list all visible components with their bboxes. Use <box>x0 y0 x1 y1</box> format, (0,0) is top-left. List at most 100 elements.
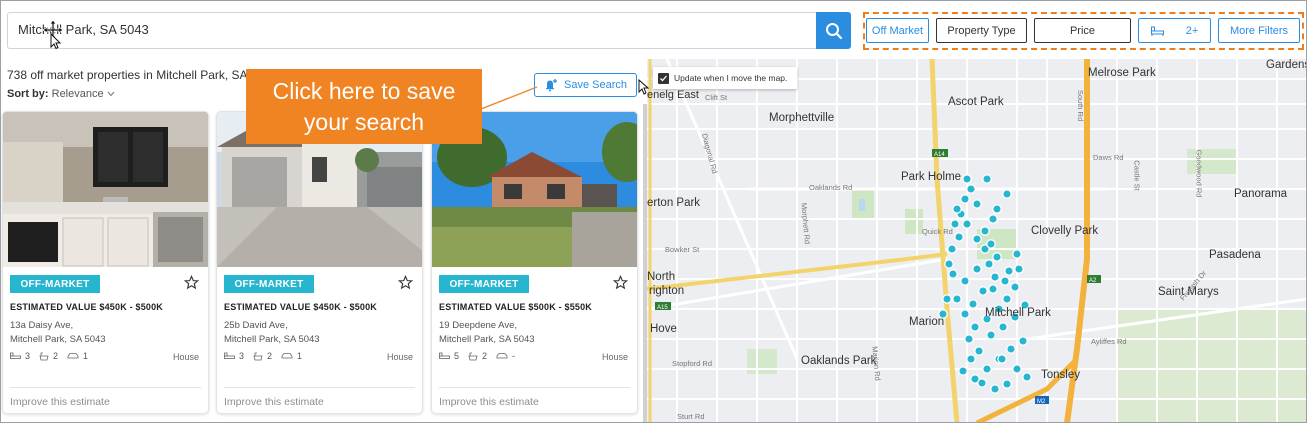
update-on-map-move-toggle[interactable]: Update when I move the map. <box>653 67 797 89</box>
callout-line-1: Click here to save <box>272 78 456 104</box>
property-pin[interactable] <box>984 259 994 269</box>
property-pin[interactable] <box>992 204 1002 214</box>
sort-value[interactable]: Relevance <box>52 88 104 100</box>
map-street-label: Bowker St <box>665 245 700 254</box>
checkbox-checked-icon[interactable] <box>658 72 669 84</box>
property-pin[interactable] <box>1010 282 1020 292</box>
road-shield-a15: A15 <box>657 305 668 311</box>
property-pin[interactable] <box>1000 276 1010 286</box>
map-street-label: Daws Rd <box>1093 153 1124 162</box>
save-search-button[interactable]: Save Search <box>534 73 637 97</box>
property-pin[interactable] <box>990 384 1000 394</box>
improve-estimate-link[interactable]: Improve this estimate <box>439 396 539 408</box>
map-place-label: Marion <box>909 316 945 328</box>
property-pin[interactable] <box>1018 336 1028 346</box>
property-pin[interactable] <box>1012 364 1022 374</box>
property-pin[interactable] <box>962 219 972 229</box>
bed-icon <box>439 352 450 359</box>
property-pin[interactable] <box>988 214 998 224</box>
improve-estimate-link[interactable]: Improve this estimate <box>10 396 110 408</box>
map-street-label: Goodwood Rd <box>1194 149 1204 198</box>
estimated-value: ESTIMATED VALUE $450K - $500K <box>10 302 164 312</box>
property-pin[interactable] <box>958 366 968 376</box>
property-pin[interactable] <box>964 334 974 344</box>
property-pin[interactable] <box>990 272 1000 282</box>
property-pin[interactable] <box>947 244 957 254</box>
property-pin[interactable] <box>1014 264 1024 274</box>
property-type: House <box>172 352 199 362</box>
property-card[interactable]: OFF-MARKET ESTIMATED VALUE $450K - $500K… <box>216 111 423 414</box>
search-bar[interactable] <box>7 12 816 49</box>
star-icon[interactable] <box>613 275 628 290</box>
property-pin[interactable] <box>972 199 982 209</box>
bedrooms-filter-value: 2+ <box>1185 24 1199 37</box>
more-filters-button[interactable]: More Filters <box>1218 18 1300 43</box>
property-pin[interactable] <box>977 378 987 388</box>
card-divider <box>439 387 630 388</box>
property-pin[interactable] <box>948 269 958 279</box>
property-photo-kitchen[interactable] <box>3 112 208 267</box>
improve-estimate-link[interactable]: Improve this estimate <box>224 396 324 408</box>
search-input[interactable] <box>18 22 798 37</box>
price-filter[interactable]: Price <box>1034 18 1131 43</box>
property-pin[interactable] <box>960 276 970 286</box>
search-button[interactable] <box>816 12 851 49</box>
map-place-label: Hove <box>650 323 677 335</box>
map-view[interactable]: A14 A15 A2 M2 Melrose Park Gardens Ascot… <box>647 59 1307 423</box>
estimated-value: ESTIMATED VALUE $500K - $550K <box>439 302 593 312</box>
property-card[interactable]: OFF-MARKET ESTIMATED VALUE $500K - $550K… <box>431 111 638 414</box>
map-place-label: Morphettville <box>769 112 835 124</box>
property-pin[interactable] <box>982 364 992 374</box>
bedrooms-filter[interactable]: 2+ <box>1138 18 1211 43</box>
property-pin[interactable] <box>978 286 988 296</box>
sort-control[interactable]: Sort by: Relevance <box>7 88 115 100</box>
property-pin[interactable] <box>972 264 982 274</box>
property-pin[interactable] <box>1004 266 1014 276</box>
property-pin[interactable] <box>944 259 954 269</box>
property-pin[interactable] <box>960 194 970 204</box>
property-pin[interactable] <box>982 174 992 184</box>
off-market-filter[interactable]: Off Market <box>866 18 929 43</box>
property-pin[interactable] <box>974 346 984 356</box>
property-pin[interactable] <box>968 299 978 309</box>
property-card[interactable]: OFF-MARKET ESTIMATED VALUE $450K - $500K… <box>2 111 209 414</box>
property-pin[interactable] <box>1006 344 1016 354</box>
property-pin[interactable] <box>986 330 996 340</box>
property-pin[interactable] <box>998 322 1008 332</box>
update-on-map-move-label: Update when I move the map. <box>674 73 788 83</box>
property-pin[interactable] <box>952 294 962 304</box>
road-shield-a14: A14 <box>934 152 945 158</box>
map-canvas[interactable]: A14 A15 A2 M2 <box>647 59 1307 423</box>
property-pin[interactable] <box>954 232 964 242</box>
star-icon[interactable] <box>398 275 413 290</box>
property-pin[interactable] <box>962 174 972 184</box>
property-pin[interactable] <box>1002 189 1012 199</box>
chevron-down-icon <box>107 91 115 97</box>
property-pin[interactable] <box>942 294 952 304</box>
star-icon[interactable] <box>184 275 199 290</box>
property-pin[interactable] <box>966 354 976 364</box>
map-place-label: Oaklands Park <box>801 355 877 367</box>
property-pin[interactable] <box>972 234 982 244</box>
map-place-label: Clovelly Park <box>1031 225 1099 237</box>
property-pin[interactable] <box>966 184 976 194</box>
property-pin[interactable] <box>960 309 970 319</box>
property-pin[interactable] <box>970 322 980 332</box>
property-pin[interactable] <box>952 204 962 214</box>
property-pin[interactable] <box>997 354 1007 364</box>
property-pin[interactable] <box>988 284 998 294</box>
property-pin[interactable] <box>1022 372 1032 382</box>
property-pin[interactable] <box>1002 379 1012 389</box>
car-count: 1 <box>297 351 303 361</box>
property-pin[interactable] <box>986 239 996 249</box>
property-pin[interactable] <box>1002 294 1012 304</box>
property-pin[interactable] <box>980 226 990 236</box>
property-features: 3 2 1 <box>10 351 93 361</box>
property-pin[interactable] <box>992 252 1002 262</box>
map-place-label: enelg East <box>647 89 699 101</box>
property-type-filter[interactable]: Property Type <box>936 18 1027 43</box>
property-pin[interactable] <box>1012 249 1022 259</box>
bed-icon <box>10 352 21 359</box>
car-icon <box>67 353 79 359</box>
map-place-label: erton Park <box>647 197 701 209</box>
